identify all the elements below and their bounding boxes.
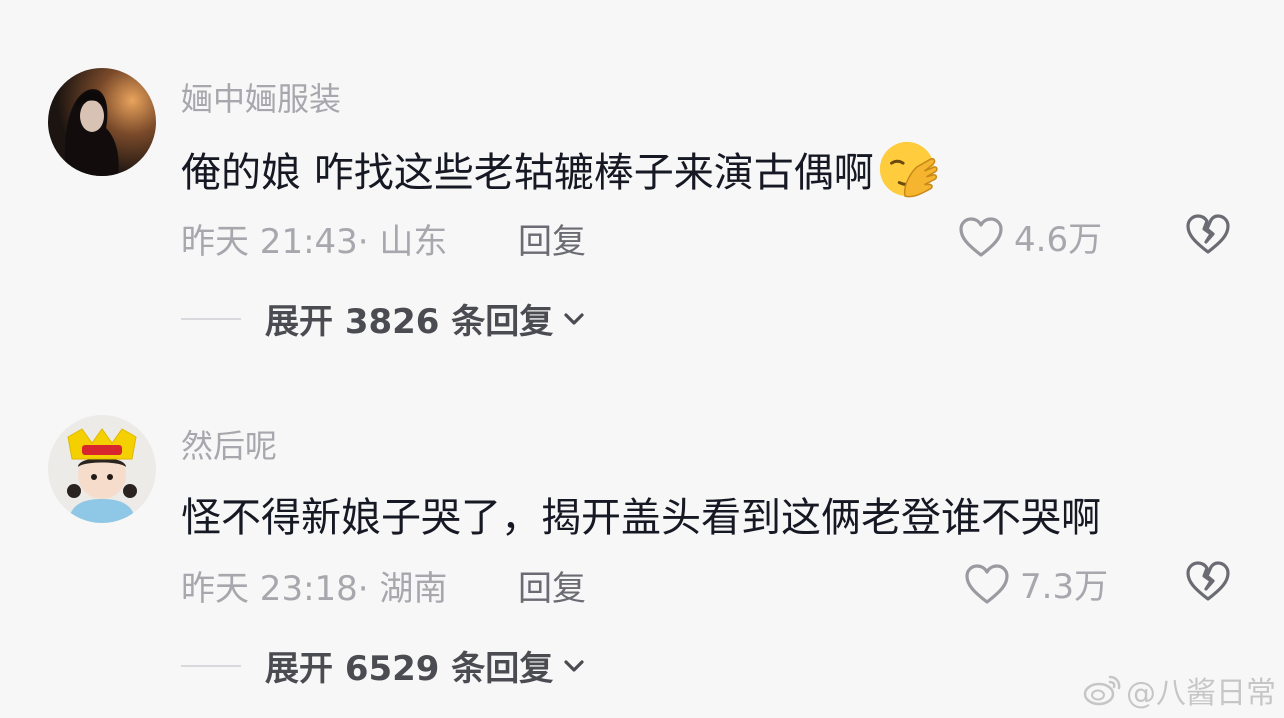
expand-replies-label: 展开 3826 条回复 bbox=[265, 302, 554, 342]
comment-text-body: 俺的娘 咋找这些老轱辘棒子来演古偶啊 bbox=[181, 150, 874, 196]
divider-line bbox=[181, 664, 241, 667]
avatar[interactable] bbox=[48, 68, 156, 176]
comment-location: · 湖南 bbox=[357, 569, 448, 609]
heart-icon bbox=[959, 216, 1003, 257]
expand-replies-label: 展开 6529 条回复 bbox=[265, 649, 554, 689]
chevron-down-icon bbox=[564, 659, 584, 672]
username[interactable]: 然后呢 bbox=[181, 421, 277, 467]
comment-text: 怪不得新娘子哭了，揭开盖头看到这俩老登谁不哭啊 bbox=[181, 485, 1101, 543]
comment-time: 昨天 21:43 bbox=[181, 222, 358, 262]
broken-heart-icon bbox=[1186, 561, 1230, 601]
watermark-text: @八酱日常 bbox=[1126, 676, 1276, 711]
broken-heart-icon bbox=[1186, 214, 1230, 254]
comment-text-body: 怪不得新娘子哭了，揭开盖头看到这俩老登谁不哭啊 bbox=[181, 495, 1101, 541]
like-button[interactable]: 7.3万 bbox=[964, 559, 1108, 608]
chevron-down-icon bbox=[564, 312, 584, 325]
expand-replies[interactable]: 展开 3826 条回复 bbox=[181, 294, 587, 343]
like-count: 7.3万 bbox=[1020, 567, 1109, 607]
avatar[interactable] bbox=[48, 415, 156, 523]
comment-time: 昨天 23:18 bbox=[181, 569, 358, 609]
comment-meta: 昨天 23:18· 湖南 bbox=[181, 561, 447, 610]
expand-replies[interactable]: 展开 6529 条回复 bbox=[181, 641, 587, 690]
comment-location: · 山东 bbox=[357, 222, 448, 262]
comment-meta: 昨天 21:43· 山东 bbox=[181, 214, 447, 263]
like-count: 4.6万 bbox=[1014, 220, 1103, 260]
face-palm-emoji-icon bbox=[876, 138, 938, 200]
dislike-button[interactable] bbox=[1185, 212, 1231, 256]
heart-icon bbox=[965, 563, 1009, 604]
reply-button[interactable]: 回复 bbox=[518, 214, 586, 263]
comment-text: 俺的娘 咋找这些老轱辘棒子来演古偶啊 bbox=[181, 138, 938, 200]
reply-button[interactable]: 回复 bbox=[518, 561, 586, 610]
dislike-button[interactable] bbox=[1185, 559, 1231, 603]
username[interactable]: 婳中婳服装 bbox=[181, 74, 341, 120]
like-button[interactable]: 4.6万 bbox=[958, 212, 1102, 261]
divider-line bbox=[181, 317, 241, 320]
watermark: @八酱日常 bbox=[1082, 668, 1276, 712]
weibo-icon bbox=[1083, 675, 1121, 706]
